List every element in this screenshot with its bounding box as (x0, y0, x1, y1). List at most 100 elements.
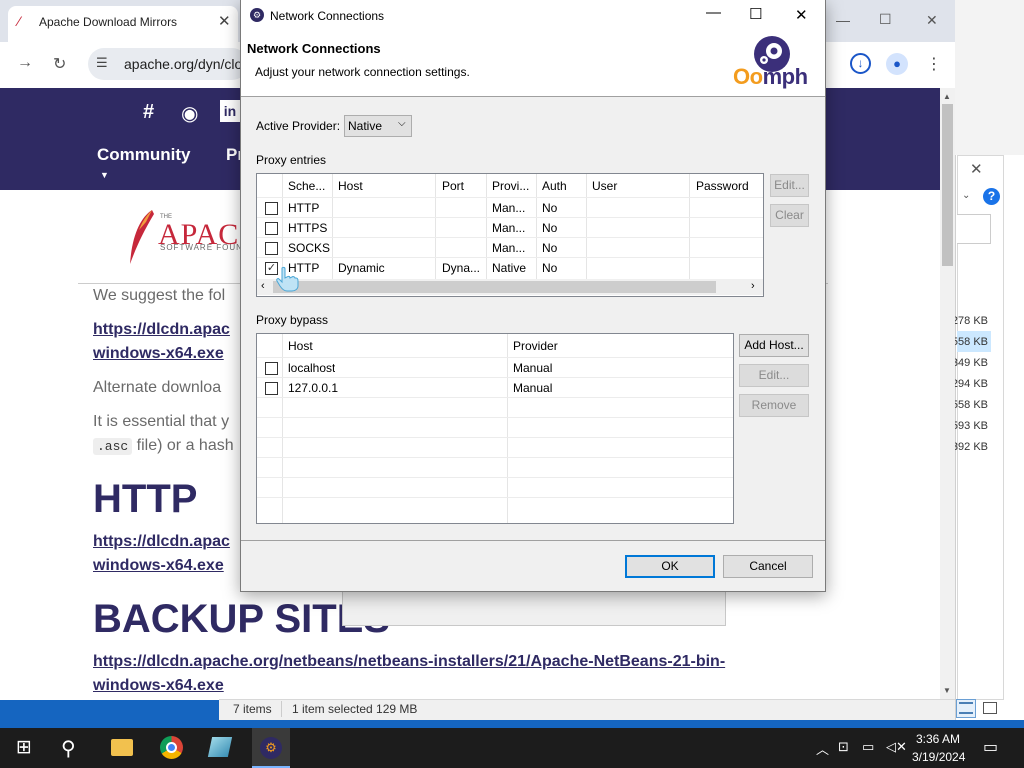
chevron-down-icon[interactable]: ⌄ (962, 190, 970, 201)
explorer-close-icon[interactable]: ✕ (970, 160, 983, 178)
github-icon[interactable]: ◉ (181, 101, 198, 126)
tab-title: Apache Download Mirrors (39, 15, 178, 29)
proxy-provider: Native (492, 261, 527, 275)
proxy-host: Dynamic (338, 261, 385, 275)
proxy-auth: No (542, 261, 558, 275)
oomph-logo-mph: mph (762, 64, 808, 89)
proxy-entries-label: Proxy entries (256, 153, 327, 167)
linkedin-icon[interactable]: in (220, 100, 240, 122)
download-link[interactable]: https://dlcdn.apac (93, 321, 230, 339)
cancel-button[interactable]: Cancel (723, 555, 813, 578)
tab-close-icon[interactable]: ✕ (218, 12, 231, 30)
apache-feather-logo (130, 210, 154, 264)
proxy-auth: No (542, 221, 558, 235)
proxy-auth: No (542, 241, 558, 255)
remove-button[interactable]: Remove (739, 394, 809, 417)
http-heading: HTTP (93, 477, 198, 521)
chevron-down-icon: ⌵ (398, 118, 406, 129)
oomph-logo-oo: Oo (733, 64, 763, 89)
chrome-menu-icon[interactable]: ⋮ (926, 54, 942, 74)
dialog-title: Network Connections (270, 9, 385, 23)
scroll-up-icon[interactable]: ▲ (943, 92, 951, 101)
url-text[interactable]: apache.org/dyn/clo (124, 56, 242, 72)
selection-info: 1 item selected 129 MB (292, 702, 418, 716)
column-password[interactable]: Password (696, 179, 762, 193)
bypass-host: 127.0.0.1 (288, 381, 339, 395)
suggest-text: We suggest the fol (93, 287, 226, 304)
clock-date[interactable]: 3/19/2024 (912, 750, 965, 764)
slack-icon[interactable]: # (143, 101, 154, 124)
proxy-auth: No (542, 201, 558, 215)
proxy-row-checkbox[interactable] (265, 202, 278, 215)
download-link[interactable]: https://dlcdn.apache.org/netbeans/netbea… (93, 653, 725, 671)
scrollbar-thumb[interactable] (273, 281, 716, 293)
language-tray-icon[interactable]: ▭ (862, 739, 874, 755)
column-scheme[interactable]: Sche... (288, 179, 330, 193)
eclipse-app-icon: ⚙ (250, 8, 264, 22)
download-link[interactable]: windows-x64.exe (93, 677, 224, 695)
reload-icon[interactable]: ↻ (53, 54, 66, 74)
dialog-heading: Network Connections (247, 41, 381, 56)
volume-muted-icon[interactable]: ◁✕ (886, 739, 907, 755)
proxy-row-checkbox[interactable] (265, 242, 278, 255)
column-host[interactable]: Host (338, 179, 432, 193)
download-link[interactable]: windows-x64.exe (93, 557, 224, 575)
item-count: 7 items (233, 702, 272, 716)
proxy-edit-button[interactable]: Edit... (770, 174, 809, 197)
proxy-row-checkbox[interactable] (265, 222, 278, 235)
proxy-provider: Man... (492, 241, 526, 255)
proxy-bypass-label: Proxy bypass (256, 313, 329, 327)
file-explorer-icon[interactable] (111, 739, 133, 756)
chrome-close-icon[interactable]: ✕ (926, 12, 938, 29)
details-lines (959, 702, 973, 714)
bypass-provider: Manual (513, 361, 553, 375)
proxy-provider: Man... (492, 201, 526, 215)
eclipse-installer-icon[interactable]: ⚙ (260, 737, 282, 759)
search-icon[interactable]: ⚲ (61, 736, 76, 761)
dialog-close-icon[interactable]: ✕ (795, 6, 808, 24)
chrome-maximize-icon[interactable]: ☐ (879, 11, 892, 28)
chrome-minimize-icon[interactable]: — (836, 12, 850, 28)
help-icon[interactable]: ? (983, 188, 1000, 205)
scroll-down-icon[interactable]: ▼ (943, 686, 951, 695)
download-icon[interactable]: ↓ (850, 53, 871, 74)
bypass-edit-button[interactable]: Edit... (739, 364, 809, 387)
caret-down-icon: ▼ (100, 170, 109, 180)
chrome-taskbar-icon[interactable] (160, 736, 183, 759)
notifications-icon[interactable]: ▭ (983, 737, 998, 757)
nav-community[interactable]: Community (97, 145, 191, 165)
download-link[interactable]: windows-x64.exe (93, 345, 224, 363)
windows-start-icon[interactable]: ⊞ (16, 736, 32, 759)
dialog-maximize-icon[interactable]: ☐ (749, 5, 762, 23)
notepad-taskbar-icon[interactable] (207, 737, 233, 757)
column-port[interactable]: Port (442, 179, 484, 193)
scroll-right-icon[interactable]: › (751, 280, 755, 292)
proxy-clear-button[interactable]: Clear (770, 204, 809, 227)
bypass-column-host[interactable]: Host (288, 339, 313, 353)
download-link[interactable]: https://dlcdn.apac (93, 533, 230, 551)
clock-time[interactable]: 3:36 AM (916, 732, 960, 746)
profile-icon[interactable]: ● (886, 53, 908, 75)
active-provider-value: Native (348, 119, 383, 133)
bypass-row-checkbox[interactable] (265, 382, 278, 395)
bypass-row-checkbox[interactable] (265, 362, 278, 375)
scrollbar-thumb[interactable] (942, 104, 953, 266)
column-provider[interactable]: Provi... (492, 179, 534, 193)
dialog-minimize-icon[interactable]: — (706, 4, 721, 21)
apache-feather-icon: ⁄ (18, 13, 21, 29)
status-separator (281, 701, 282, 717)
column-user[interactable]: User (592, 179, 686, 193)
show-hidden-icons[interactable]: ︿ (816, 739, 829, 758)
column-auth[interactable]: Auth (542, 179, 584, 193)
ok-button[interactable]: OK (625, 555, 715, 578)
scroll-left-icon[interactable]: ‹ (261, 280, 265, 292)
site-settings-icon[interactable]: ☰ (96, 55, 108, 71)
proxy-port: Dyna... (442, 261, 481, 275)
forward-icon[interactable]: → (17, 54, 33, 72)
tiles-view-icon[interactable] (980, 699, 1000, 718)
explorer-search-field[interactable] (957, 214, 991, 244)
add-host-button[interactable]: Add Host... (739, 334, 809, 357)
bypass-column-provider[interactable]: Provider (513, 339, 558, 353)
network-tray-icon[interactable]: ⊡ (838, 739, 849, 755)
hand-cursor-icon (276, 266, 299, 292)
